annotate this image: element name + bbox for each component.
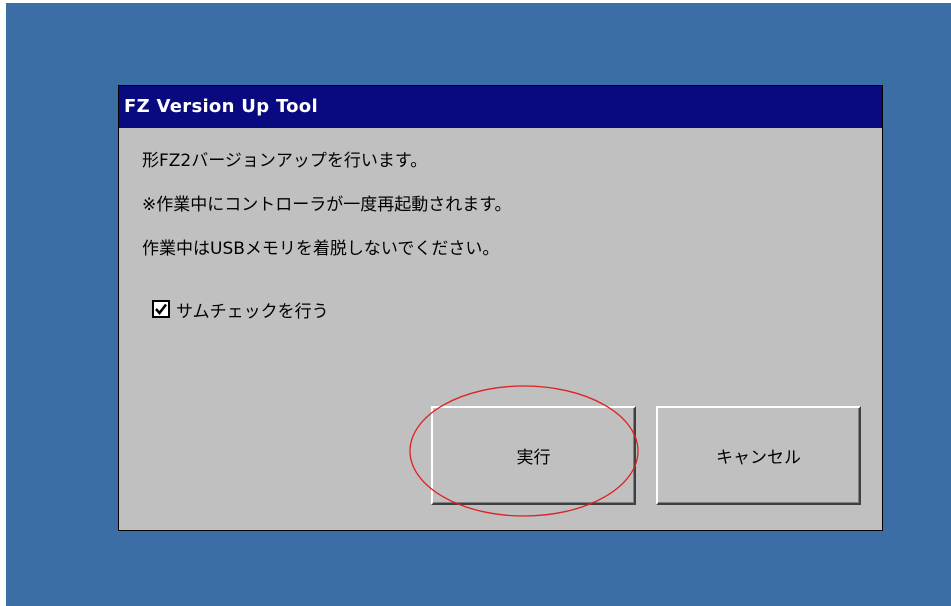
checksum-label: サムチェックを行う	[176, 301, 329, 322]
checksum-option[interactable]: サムチェックを行う	[152, 298, 329, 322]
checksum-checkbox[interactable]	[152, 300, 170, 318]
checkmark-icon	[155, 303, 167, 315]
message-line-2: ※作業中にコントローラが一度再起動されます。	[142, 195, 512, 215]
execute-button[interactable]: 実行	[431, 406, 636, 505]
message-line-1: 形FZ2バージョンアップを行います。	[142, 151, 428, 171]
message-line-3: 作業中はUSBメモリを着脱しないでください。	[142, 239, 500, 259]
dialog-title: FZ Version Up Tool	[119, 86, 882, 128]
cancel-button[interactable]: キャンセル	[656, 406, 861, 505]
version-up-dialog: FZ Version Up Tool 形FZ2バージョンアップを行います。 ※作…	[118, 85, 883, 531]
